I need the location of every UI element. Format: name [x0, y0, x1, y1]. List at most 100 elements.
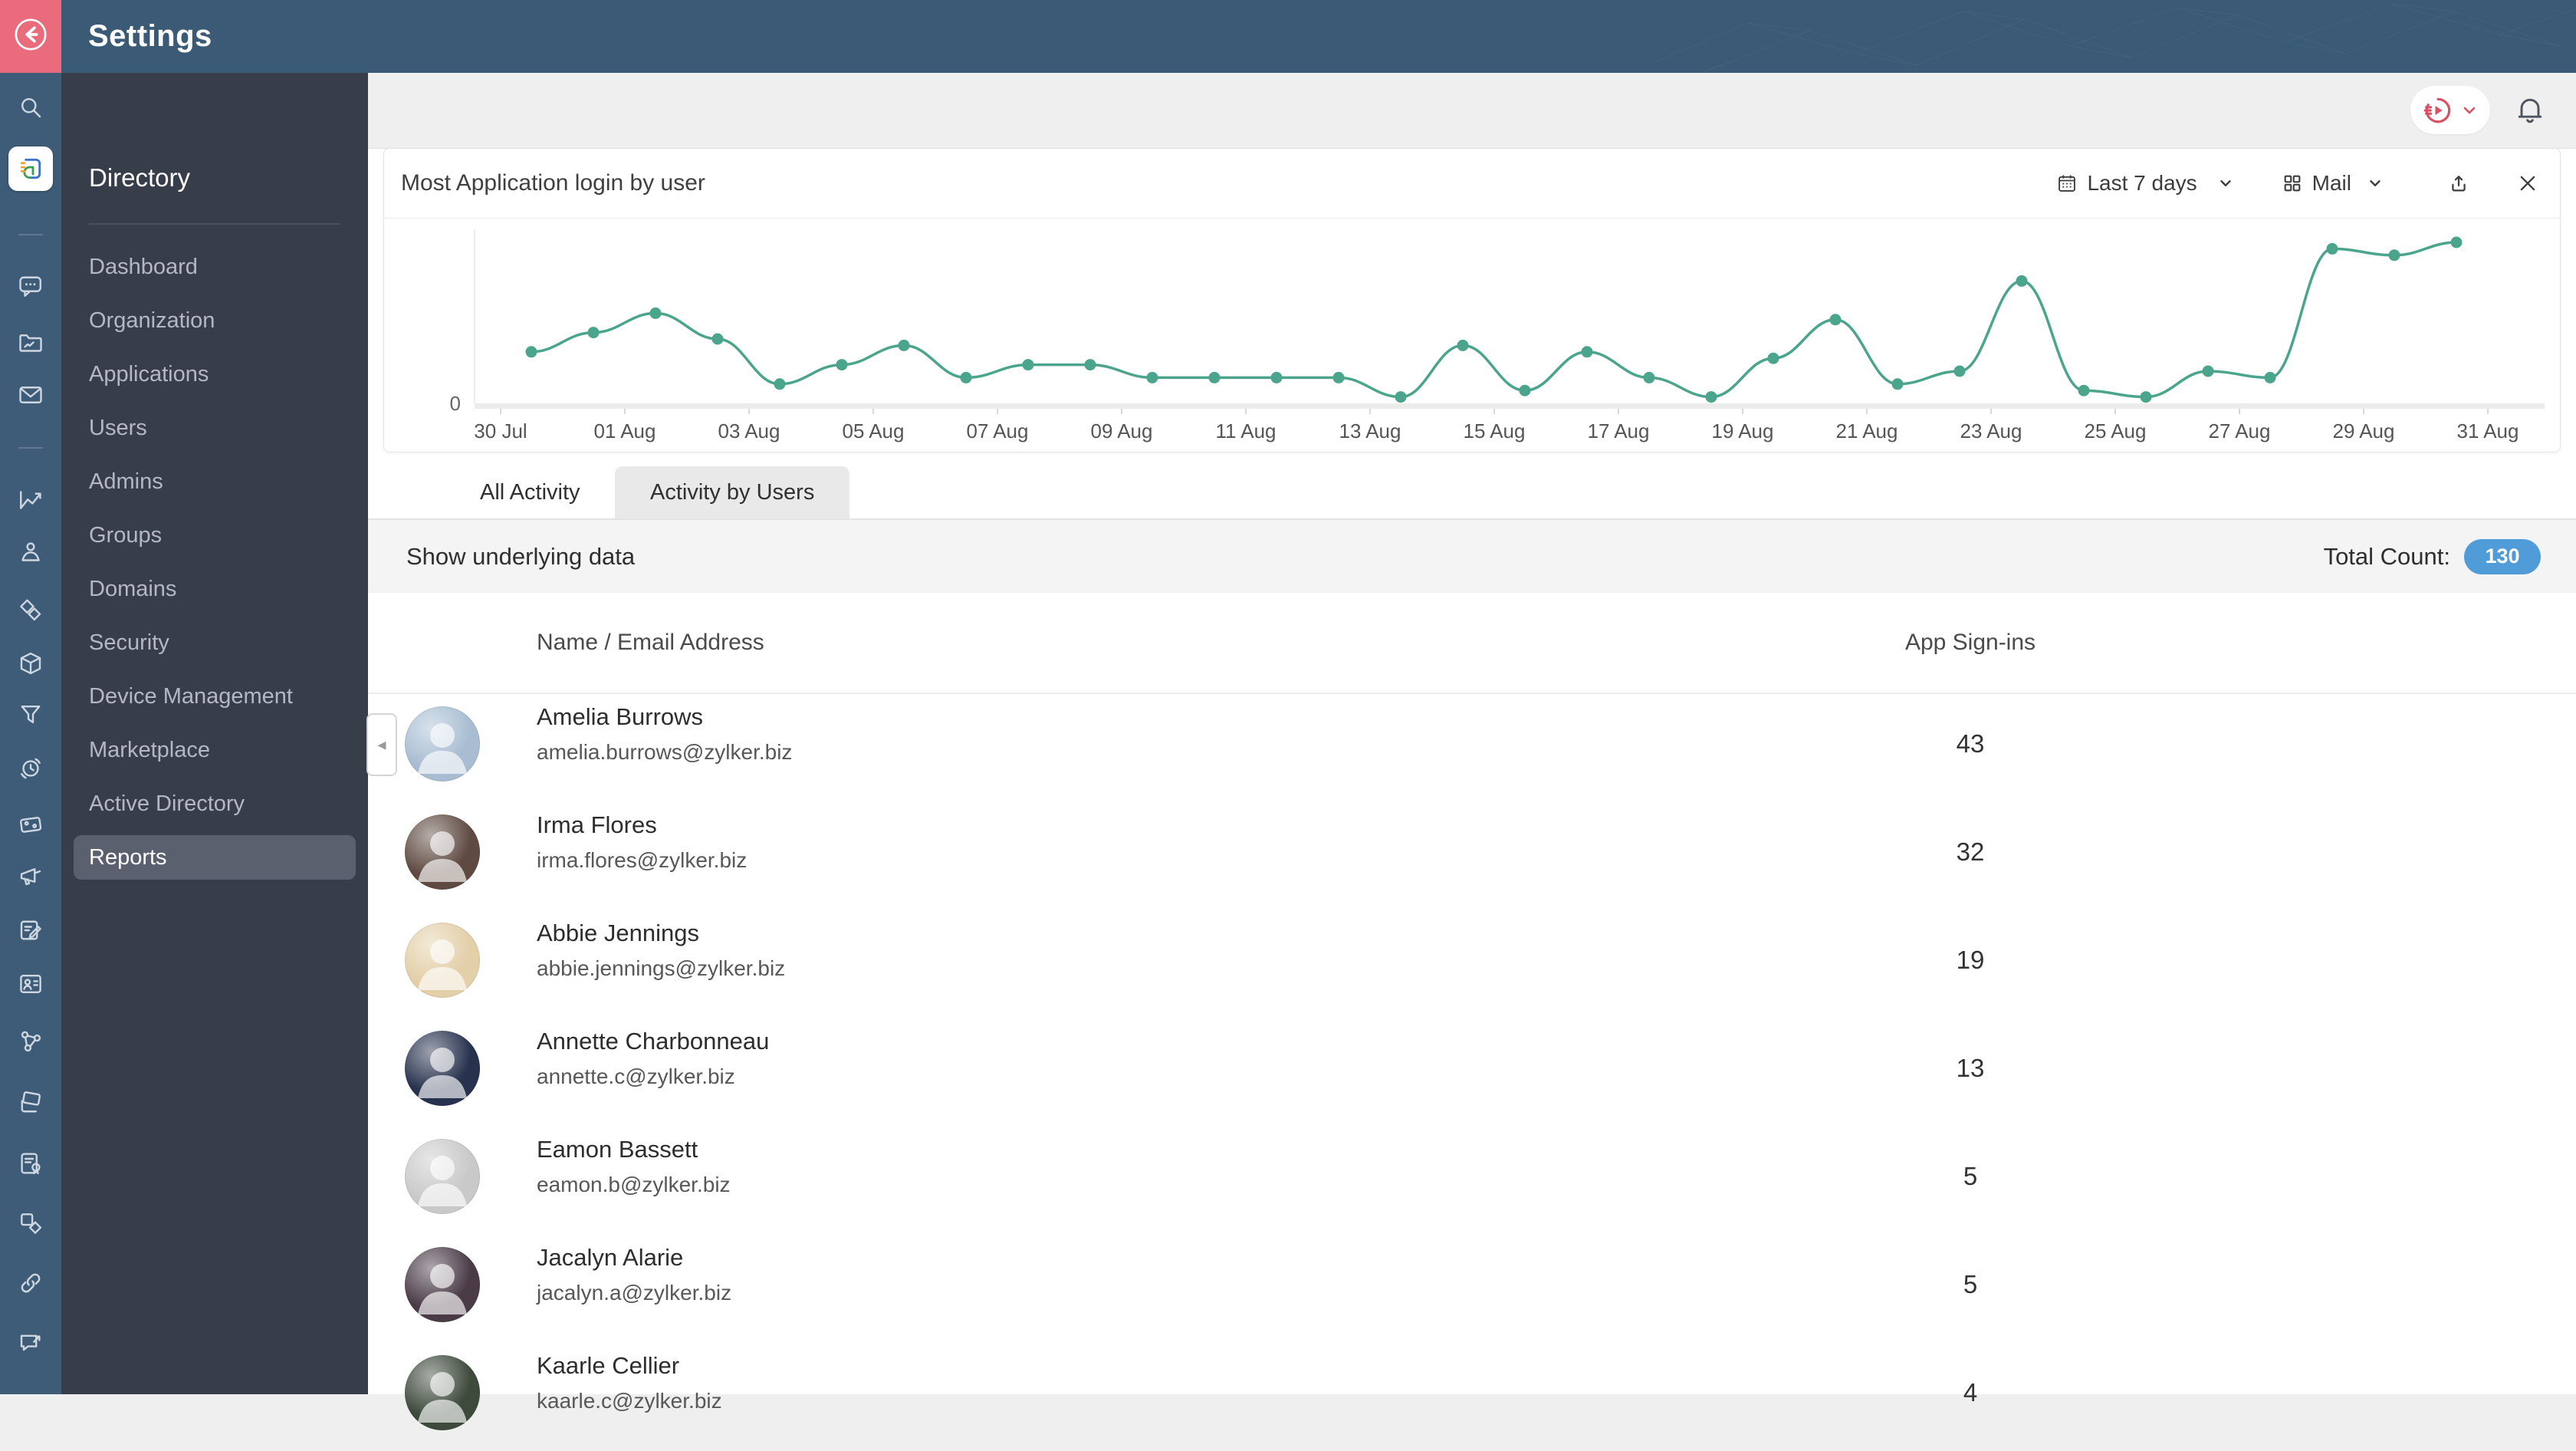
bell-icon — [2513, 98, 2547, 130]
app-signins-value: 13 — [1956, 1054, 1985, 1082]
widget-title: Most Application login by user — [401, 170, 705, 196]
sidebar-item-label: Admins — [89, 469, 163, 494]
total-count-group: Total Count: 130 — [2324, 520, 2541, 593]
sidebar-item-admins[interactable]: Admins — [61, 455, 368, 508]
sidebar-item-domains[interactable]: Domains — [61, 562, 368, 616]
svg-text:11 Aug: 11 Aug — [1215, 420, 1276, 443]
app-grid-icon — [2282, 173, 2303, 194]
table-row[interactable]: Amelia Burrows amelia.burrows@zylker.biz 4… — [368, 694, 2576, 802]
rail-assets-button[interactable] — [0, 587, 61, 633]
directory-sidebar: Directory Dashboard Organization Applicati… — [61, 73, 368, 1394]
sidebar-item-label: Applications — [89, 361, 209, 387]
sidebar-item-organization[interactable]: Organization — [61, 294, 368, 347]
close-icon — [2517, 173, 2538, 194]
shapes-icon — [17, 1209, 44, 1237]
rail-reports-folder-button[interactable] — [0, 320, 61, 366]
back-button[interactable] — [0, 0, 61, 73]
people-icon — [17, 538, 44, 566]
user-email: irma.flores@zylker.biz — [537, 848, 748, 872]
svg-text:17 Aug: 17 Aug — [1588, 420, 1650, 443]
org-switcher[interactable] — [2410, 86, 2490, 134]
table-row[interactable]: Kaarle Cellier kaarle.c@zylker.biz 4 — [368, 1343, 2576, 1451]
table-row[interactable]: Eamon Bassett eamon.b@zylker.biz 5 — [368, 1127, 2576, 1235]
sidebar-item-groups[interactable]: Groups — [61, 508, 368, 562]
login-trend-chart: 0 30 Jul 01 Aug 03 Aug 05 Aug 07 Aug 09 Aug 11 … — [384, 218, 2560, 452]
rail-directory-app-button[interactable] — [0, 146, 61, 192]
document-badge-icon — [17, 1150, 44, 1177]
svg-text:21 Aug: 21 Aug — [1836, 420, 1898, 443]
notifications-button[interactable] — [2513, 93, 2548, 128]
user-email: abbie.jennings@zylker.biz — [537, 956, 786, 980]
rail-analytics-button[interactable] — [0, 477, 61, 523]
app-filter-chevron-icon — [2367, 175, 2384, 192]
table-rows: Amelia Burrows amelia.burrows@zylker.biz 4… — [368, 694, 2576, 1451]
sidebar-item-device-management[interactable]: Device Management — [61, 670, 368, 723]
app-signins-value: 19 — [1956, 946, 1985, 974]
rail-package-button[interactable] — [0, 640, 61, 686]
rail-link-button[interactable] — [0, 1260, 61, 1306]
sidebar-item-applications[interactable]: Applications — [61, 347, 368, 401]
app-filter-selector[interactable]: Mail — [2282, 171, 2384, 196]
avatar — [405, 1355, 480, 1430]
rail-wallet-button[interactable] — [0, 801, 61, 847]
table-row[interactable]: Irma Flores irma.flores@zylker.biz 32 — [368, 802, 2576, 910]
app-signins-value: 32 — [1956, 837, 1985, 866]
compose-icon — [17, 916, 44, 944]
rail-campaign-button[interactable] — [0, 854, 61, 900]
sidebar-item-label: Device Management — [89, 683, 293, 709]
sidebar-item-reports[interactable]: Reports — [61, 831, 368, 884]
rail-divider — [18, 234, 43, 235]
org-switcher-chevron-icon — [2460, 101, 2479, 120]
tab-all-activity[interactable]: All Activity — [445, 466, 616, 518]
sidebar-item-dashboard[interactable]: Dashboard — [61, 240, 368, 294]
app-signins-value: 43 — [1956, 729, 1985, 758]
table-row[interactable]: Jacalyn Alarie jacalyn.a@zylker.biz 5 — [368, 1235, 2576, 1343]
rail-shapes-button[interactable] — [0, 1200, 61, 1246]
sidebar-item-label: Dashboard — [89, 254, 198, 279]
export-button[interactable] — [2448, 173, 2469, 194]
rail-feedback-button[interactable] — [0, 1321, 61, 1367]
sidebar-item-marketplace[interactable]: Marketplace — [61, 723, 368, 777]
table-header: Name / Email Address App Sign-ins — [368, 593, 2576, 694]
rail-search-button[interactable] — [0, 84, 61, 130]
rail-mail-button[interactable] — [0, 372, 61, 418]
total-count-label: Total Count: — [2323, 542, 2450, 570]
tab-activity-by-users[interactable]: Activity by Users — [615, 466, 850, 518]
filter-icon — [17, 701, 44, 729]
app-signins-value: 4 — [1963, 1378, 1978, 1407]
rail-network-button[interactable] — [0, 1018, 61, 1064]
avatar — [405, 1247, 480, 1322]
rail-filter-button[interactable] — [0, 692, 61, 738]
rail-layers-button[interactable] — [0, 1080, 61, 1126]
top-header: Settings — [0, 0, 2576, 73]
analytics-icon — [17, 486, 44, 514]
activity-tabs: All Activity Activity by Users — [368, 460, 2576, 520]
sidebar-item-users[interactable]: Users — [61, 401, 368, 455]
avatar — [405, 706, 480, 781]
table-row[interactable]: Annette Charbonneau annette.c@zylker.biz 1… — [368, 1018, 2576, 1127]
layers-icon — [17, 1089, 44, 1117]
date-range-selector[interactable]: Last 7 days — [2056, 171, 2233, 196]
rail-people-button[interactable] — [0, 529, 61, 575]
reports-folder-icon — [17, 329, 44, 357]
table-row[interactable]: Abbie Jennings abbie.jennings@zylker.biz 1… — [368, 910, 2576, 1018]
app-filter-label: Mail — [2312, 171, 2351, 195]
close-widget-button[interactable] — [2517, 173, 2538, 194]
export-icon — [2448, 173, 2469, 194]
org-avatar-icon — [2422, 94, 2454, 127]
rail-compose-button[interactable] — [0, 907, 61, 953]
assets-icon — [17, 596, 44, 624]
main-content: Most Application login by user Last 7 da… — [368, 73, 2576, 1430]
sidebar-collapse-handle[interactable]: ◂ — [366, 713, 397, 776]
chat-icon — [17, 272, 44, 300]
sidebar-item-active-directory[interactable]: Active Directory — [61, 777, 368, 831]
rail-contacts-button[interactable] — [0, 961, 61, 1007]
rail-document-badge-button[interactable] — [0, 1140, 61, 1186]
users-table: Name / Email Address App Sign-ins Amelia… — [368, 593, 2576, 1430]
avatar — [405, 923, 480, 998]
sidebar-item-security[interactable]: Security — [61, 616, 368, 670]
sidebar-item-label: Groups — [89, 522, 163, 548]
rail-scheduler-button[interactable] — [0, 745, 61, 791]
rail-chat-button[interactable] — [0, 263, 61, 309]
wallet-icon — [17, 811, 44, 838]
